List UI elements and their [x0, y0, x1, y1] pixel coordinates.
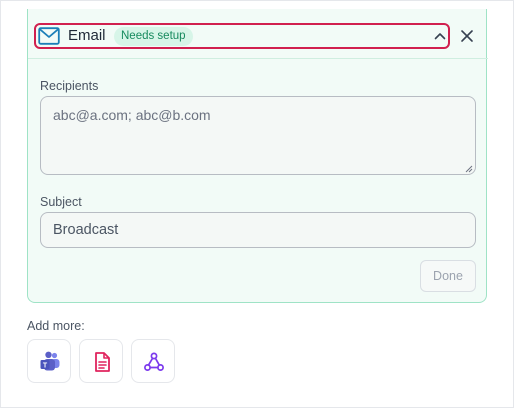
email-card-header[interactable]: Email Needs setup — [28, 9, 488, 59]
recipients-field[interactable]: abc@a.com; abc@b.com — [40, 96, 476, 175]
status-badge: Needs setup — [114, 27, 193, 46]
svg-text:T: T — [43, 362, 48, 369]
add-webhook-button[interactable] — [131, 339, 175, 383]
close-icon[interactable] — [460, 29, 474, 43]
app-frame: Email Needs setup Recipients abc@a.com; … — [0, 0, 514, 408]
email-card-title: Email — [68, 27, 106, 44]
mail-icon — [38, 27, 60, 45]
recipients-label: Recipients — [40, 79, 99, 93]
add-document-button[interactable] — [79, 339, 123, 383]
resize-handle-icon[interactable] — [465, 165, 473, 173]
add-more-label: Add more: — [27, 319, 85, 333]
chevron-up-icon[interactable] — [434, 31, 446, 41]
done-button[interactable]: Done — [420, 260, 476, 292]
email-action-card: Email Needs setup Recipients abc@a.com; … — [27, 9, 488, 303]
teams-icon: T — [40, 351, 60, 371]
subject-field[interactable]: Broadcast — [40, 212, 476, 248]
subject-label: Subject — [40, 195, 82, 209]
webhook-icon — [144, 352, 164, 371]
add-teams-button[interactable]: T — [27, 339, 71, 383]
document-icon — [95, 352, 110, 372]
